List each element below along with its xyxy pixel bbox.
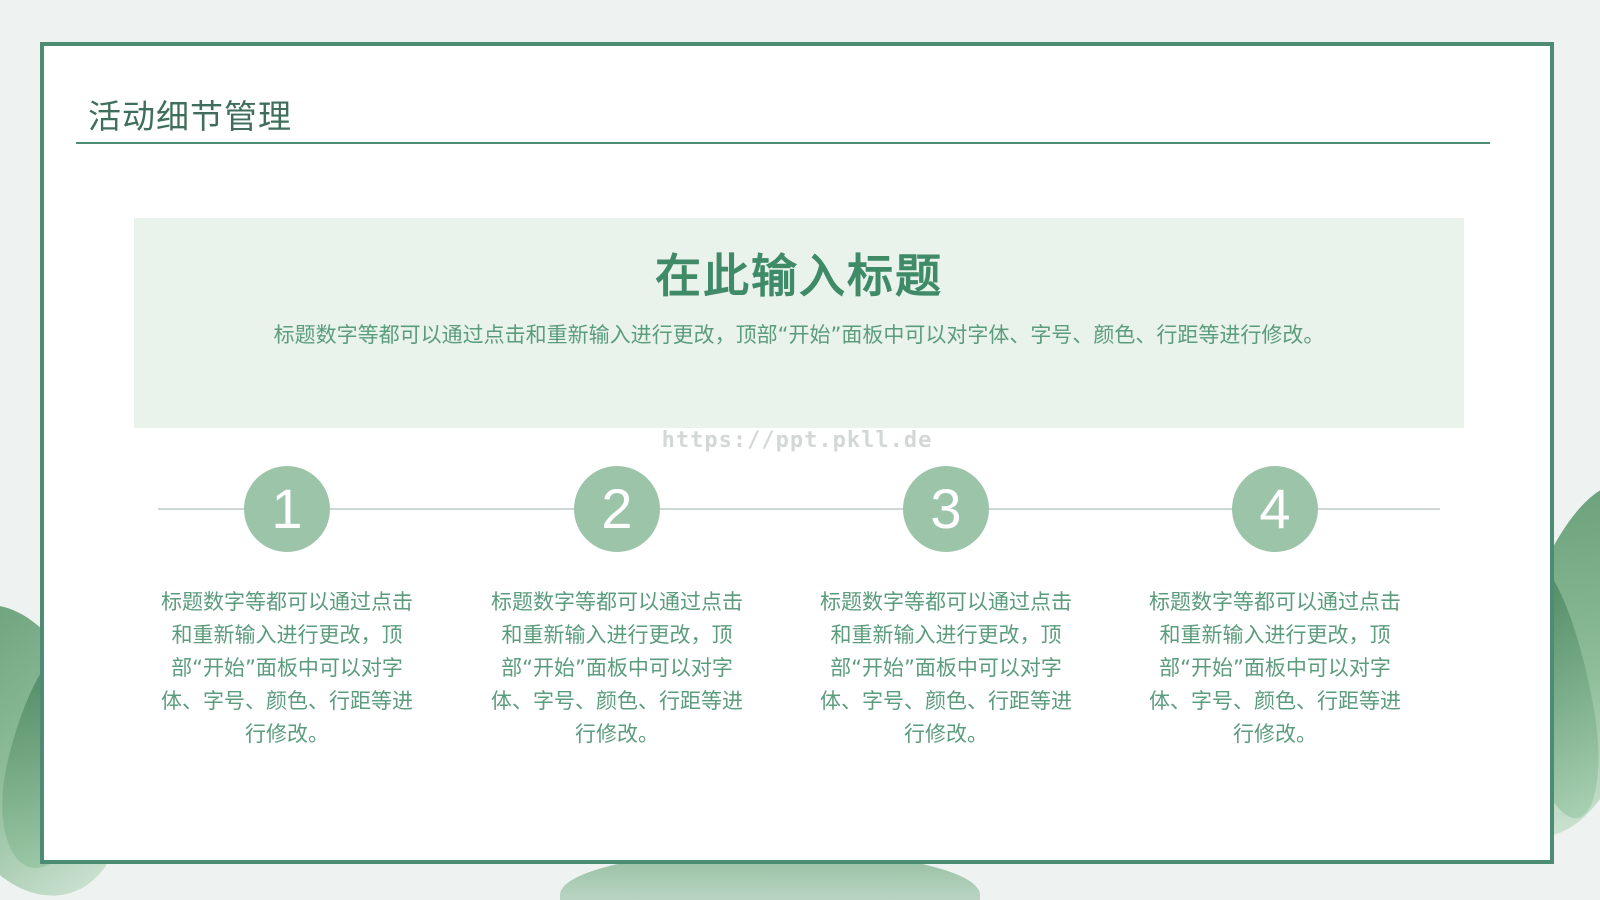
intro-panel: 在此输入标题 标题数字等都可以通过点击和重新输入进行更改，顶部“开始”面板中可以… (134, 218, 1464, 428)
step-4: 4 标题数字等都可以通过点击和重新输入进行更改，顶部“开始”面板中可以对字体、字… (1140, 466, 1410, 751)
step-number-circle: 1 (244, 466, 330, 552)
slide-frame: 活动细节管理 在此输入标题 标题数字等都可以通过点击和重新输入进行更改，顶部“开… (40, 42, 1554, 864)
page-title: 活动细节管理 (88, 97, 292, 136)
step-2: 2 标题数字等都可以通过点击和重新输入进行更改，顶部“开始”面板中可以对字体、字… (482, 466, 752, 751)
watermark-text: https://ppt.pkll.de (661, 428, 933, 453)
step-3: 3 标题数字等都可以通过点击和重新输入进行更改，顶部“开始”面板中可以对字体、字… (811, 466, 1081, 751)
step-1: 1 标题数字等都可以通过点击和重新输入进行更改，顶部“开始”面板中可以对字体、字… (152, 466, 422, 751)
step-description: 标题数字等都可以通过点击和重新输入进行更改，顶部“开始”面板中可以对字体、字号、… (820, 590, 1072, 746)
step-description: 标题数字等都可以通过点击和重新输入进行更改，顶部“开始”面板中可以对字体、字号、… (161, 590, 413, 746)
title-divider (76, 142, 1490, 144)
panel-description: 标题数字等都可以通过点击和重新输入进行更改，顶部“开始”面板中可以对字体、字号、… (273, 323, 1325, 347)
step-number-circle: 3 (903, 466, 989, 552)
step-number-circle: 4 (1232, 466, 1318, 552)
step-number-circle: 2 (574, 466, 660, 552)
step-description: 标题数字等都可以通过点击和重新输入进行更改，顶部“开始”面板中可以对字体、字号、… (1149, 590, 1401, 746)
panel-heading: 在此输入标题 (655, 249, 943, 303)
step-description: 标题数字等都可以通过点击和重新输入进行更改，顶部“开始”面板中可以对字体、字号、… (491, 590, 743, 746)
